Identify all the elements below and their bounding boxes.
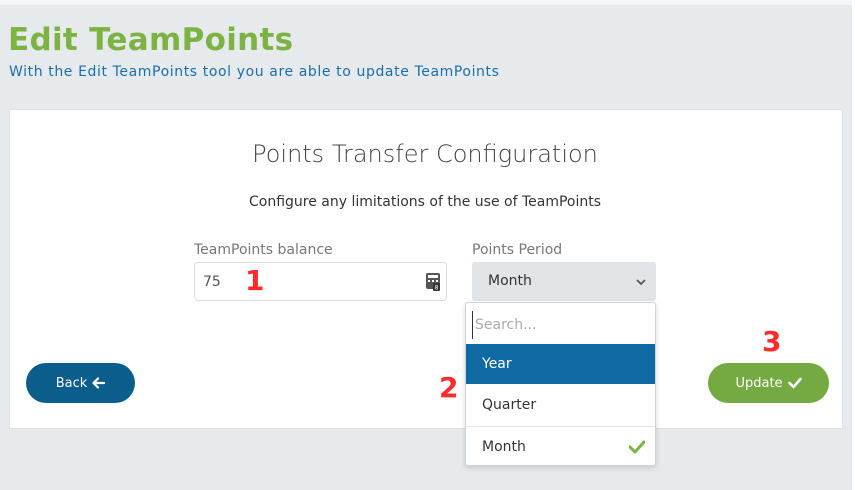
- back-button[interactable]: Back: [26, 363, 135, 403]
- chevron-down-icon: [636, 279, 646, 286]
- option-label: Quarter: [482, 397, 537, 413]
- calculator-icon[interactable]: 8: [426, 273, 440, 291]
- update-button-label: Update: [735, 375, 783, 391]
- card-description: Configure any limitations of the use of …: [248, 194, 602, 210]
- period-dropdown: Year Quarter Month: [465, 302, 656, 466]
- period-selected-value: Month: [488, 273, 532, 289]
- svg-text:8: 8: [435, 285, 439, 292]
- annotation-marker-2: 2: [439, 371, 459, 404]
- top-strip: [0, 0, 855, 5]
- option-quarter[interactable]: Quarter: [466, 385, 655, 425]
- option-year[interactable]: Year: [466, 344, 655, 384]
- balance-input[interactable]: 75 8: [194, 262, 447, 301]
- page-title: Edit TeamPoints: [8, 22, 294, 58]
- option-label: Month: [482, 439, 526, 455]
- back-button-label: Back: [55, 375, 88, 391]
- period-select[interactable]: Month: [472, 262, 656, 301]
- option-label: Year: [482, 356, 512, 372]
- dropdown-search-input[interactable]: [472, 311, 651, 339]
- update-button[interactable]: Update: [708, 363, 829, 403]
- check-icon: [787, 377, 802, 389]
- annotation-marker-1: 1: [245, 264, 265, 297]
- option-month[interactable]: Month: [466, 426, 655, 466]
- arrow-left-icon: [92, 377, 106, 389]
- period-label: Points Period: [472, 242, 563, 258]
- balance-label: TeamPoints balance: [194, 242, 333, 258]
- annotation-marker-3: 3: [762, 325, 782, 358]
- check-icon: [629, 440, 645, 454]
- card-title: Points Transfer Configuration: [252, 140, 598, 168]
- balance-value: 75: [203, 274, 221, 290]
- page-subtitle: With the Edit TeamPoints tool you are ab…: [9, 64, 500, 80]
